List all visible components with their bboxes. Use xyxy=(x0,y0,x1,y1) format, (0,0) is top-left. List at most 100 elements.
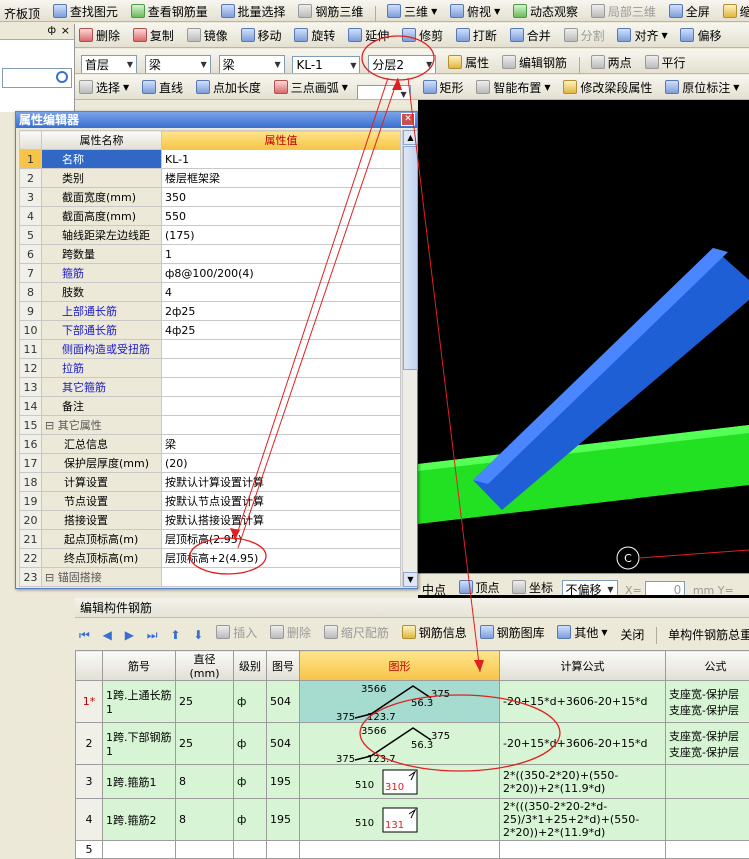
property-row[interactable]: 16 汇总信息 梁 xyxy=(19,434,401,454)
arc-option-select[interactable]: ▼ xyxy=(356,84,411,99)
scroll-thumb[interactable] xyxy=(403,146,418,370)
rebar-diameter[interactable]: 25 xyxy=(175,722,234,765)
property-value[interactable] xyxy=(161,567,401,587)
collapse-icon[interactable]: ⊟ xyxy=(45,571,58,584)
property-row[interactable]: 13 其它箍筋 xyxy=(19,377,401,397)
rebar-diameter[interactable]: 25 xyxy=(175,680,234,723)
property-row[interactable]: 7 箍筋 ф8@100/200(4) xyxy=(19,263,401,283)
last-button[interactable]: ⏭ xyxy=(143,625,162,645)
property-value[interactable] xyxy=(161,415,401,435)
smart-layout-button[interactable]: 智能布置 ▼ xyxy=(472,76,554,98)
parallel-button[interactable]: 平行 xyxy=(641,51,690,73)
property-row[interactable]: 20 搭接设置 按默认搭接设置计算 xyxy=(19,510,401,530)
table-row[interactable]: 2 1跨.下部钢筋1 25 ф 504 3566 375 56.3 375 12… xyxy=(75,722,749,765)
property-value[interactable]: 550 xyxy=(161,206,401,226)
property-value[interactable]: 1 xyxy=(161,244,401,264)
rebar-figure-no[interactable]: 195 xyxy=(266,764,300,799)
edit-rebar-button[interactable]: 编辑钢筋 xyxy=(498,51,571,73)
rebar-formula-desc[interactable]: 支座宽-保护层 支座宽-保护层 xyxy=(665,680,749,723)
rebar-diameter[interactable] xyxy=(175,840,234,859)
rebar-formula[interactable] xyxy=(499,840,666,859)
rebar-formula[interactable]: -20+15*d+3606-20+15*d xyxy=(499,722,666,765)
close-panel-button[interactable]: 关闭 xyxy=(616,624,648,645)
property-value[interactable]: 层顶标高(2.95) xyxy=(161,529,401,549)
rebar-shape[interactable]: 3566 375 56.3 375 123.7 xyxy=(299,680,500,723)
snap-vertex-button[interactable]: 顶点 xyxy=(455,576,504,595)
property-value[interactable]: 按默认节点设置计算 xyxy=(161,491,401,511)
property-value[interactable]: 4ф25 xyxy=(161,320,401,340)
snap-midpoint-button[interactable]: 中点 xyxy=(418,579,450,595)
3d-canvas[interactable]: C 中点 顶点 坐标 不偏移 ▼ X= 0 mm Y= xyxy=(418,100,749,598)
snap-coord-button[interactable]: 坐标 xyxy=(508,576,557,595)
extend-button[interactable]: 延伸 xyxy=(344,24,393,46)
rebar-3d-button[interactable]: 钢筋三维 xyxy=(294,0,367,21)
rebar-grade[interactable] xyxy=(233,840,267,859)
component-select[interactable]: KL-1 ▼ xyxy=(292,55,361,73)
trim-button[interactable]: 修剪 xyxy=(398,24,447,46)
table-row[interactable]: 4 1跨.箍筋2 8 ф 195 510 131 2*(((350-2*20-2… xyxy=(75,798,749,841)
property-value[interactable]: 按默认计算设置计算 xyxy=(161,472,401,492)
property-row[interactable]: 2 类别 楼层框架梁 xyxy=(19,168,401,188)
property-row[interactable]: 9 上部通长筋 2ф25 xyxy=(19,301,401,321)
property-row[interactable]: 11 侧面构造或受扭筋 xyxy=(19,339,401,359)
property-row[interactable]: 18 计算设置 按默认计算设置计算 xyxy=(19,472,401,492)
rebar-figure-no[interactable] xyxy=(266,840,300,859)
rebar-figure-no[interactable]: 195 xyxy=(266,798,300,841)
fullscreen-button[interactable]: 全屏 xyxy=(665,0,714,21)
layer-select[interactable]: 分层2 ▼ xyxy=(368,55,437,73)
property-row[interactable]: 14 备注 xyxy=(19,396,401,416)
arc-button[interactable]: 三点画弧 ▼ xyxy=(270,76,352,98)
table-row[interactable]: 5 xyxy=(75,840,749,859)
rebar-shape[interactable]: 510 131 xyxy=(299,798,500,841)
split-button[interactable]: 分割 xyxy=(560,24,609,46)
rebar-figure-no[interactable]: 504 xyxy=(266,722,300,765)
zoom-button[interactable]: 缩 xyxy=(719,0,749,21)
level-top-button[interactable]: 齐板顶 xyxy=(0,3,44,21)
offset-button[interactable]: 偏移 xyxy=(676,24,725,46)
rebar-formula-desc[interactable] xyxy=(665,840,749,859)
close-icon[interactable]: ✕ xyxy=(401,113,415,126)
property-value[interactable]: 按默认搭接设置计算 xyxy=(161,510,401,530)
rebar-grade[interactable]: ф xyxy=(233,764,267,799)
merge-button[interactable]: 合并 xyxy=(506,24,555,46)
break-button[interactable]: 打断 xyxy=(452,24,501,46)
delete-button[interactable]: 删除 xyxy=(75,24,124,46)
two-points-button[interactable]: 两点 xyxy=(587,51,636,73)
property-row[interactable]: 21 起点顶标高(m) 层顶标高(2.95) xyxy=(19,529,401,549)
other-button[interactable]: 其他 ▼ xyxy=(553,621,611,643)
property-row[interactable]: 12 拉筋 xyxy=(19,358,401,378)
copy-button[interactable]: 复制 xyxy=(129,24,178,46)
search-icon[interactable] xyxy=(56,71,68,83)
property-value[interactable]: 350 xyxy=(161,187,401,207)
align-button[interactable]: 对齐 ▼ xyxy=(613,24,671,46)
move-up-button[interactable]: ⬆ xyxy=(166,624,184,644)
3d-view-button[interactable]: 三维 ▼ xyxy=(383,0,441,21)
rebar-shape[interactable]: 510 310 xyxy=(299,764,500,799)
move-button[interactable]: 移动 xyxy=(237,24,286,46)
property-value[interactable] xyxy=(161,339,401,359)
property-value[interactable]: (20) xyxy=(161,453,401,473)
rebar-formula-desc[interactable] xyxy=(665,798,749,841)
property-scrollbar[interactable]: ▲ ▼ xyxy=(402,130,418,587)
scroll-down-icon[interactable]: ▼ xyxy=(403,572,418,587)
mirror-button[interactable]: 镜像 xyxy=(183,24,232,46)
collapse-icon[interactable]: ⊟ xyxy=(45,419,58,432)
delete-rebar-button[interactable]: 删除 xyxy=(266,621,315,643)
property-row[interactable]: 3 截面宽度(mm) 350 xyxy=(19,187,401,207)
floor-select[interactable]: 首层 ▼ xyxy=(81,55,137,73)
category-select[interactable]: 梁 ▼ xyxy=(144,55,211,73)
property-row[interactable]: 5 轴线距梁左边线距 (175) xyxy=(19,225,401,245)
property-value[interactable]: 楼层框架梁 xyxy=(161,168,401,188)
find-element-button[interactable]: 查找图元 xyxy=(49,0,122,21)
scale-rebar-button[interactable]: 缩尺配筋 xyxy=(320,621,393,643)
property-row[interactable]: 15 ⊟ 其它属性 xyxy=(19,415,401,435)
property-value[interactable]: 4 xyxy=(161,282,401,302)
rebar-grade[interactable]: ф xyxy=(233,798,267,841)
property-value[interactable]: 2ф25 xyxy=(161,301,401,321)
property-row[interactable]: 4 截面高度(mm) 550 xyxy=(19,206,401,226)
rebar-info-button[interactable]: 钢筋信息 xyxy=(398,621,471,643)
rebar-figure-no[interactable]: 504 xyxy=(266,680,300,723)
property-value[interactable]: (175) xyxy=(161,225,401,245)
pin-icon[interactable]: ф xyxy=(47,25,56,36)
rebar-formula-desc[interactable] xyxy=(665,764,749,799)
